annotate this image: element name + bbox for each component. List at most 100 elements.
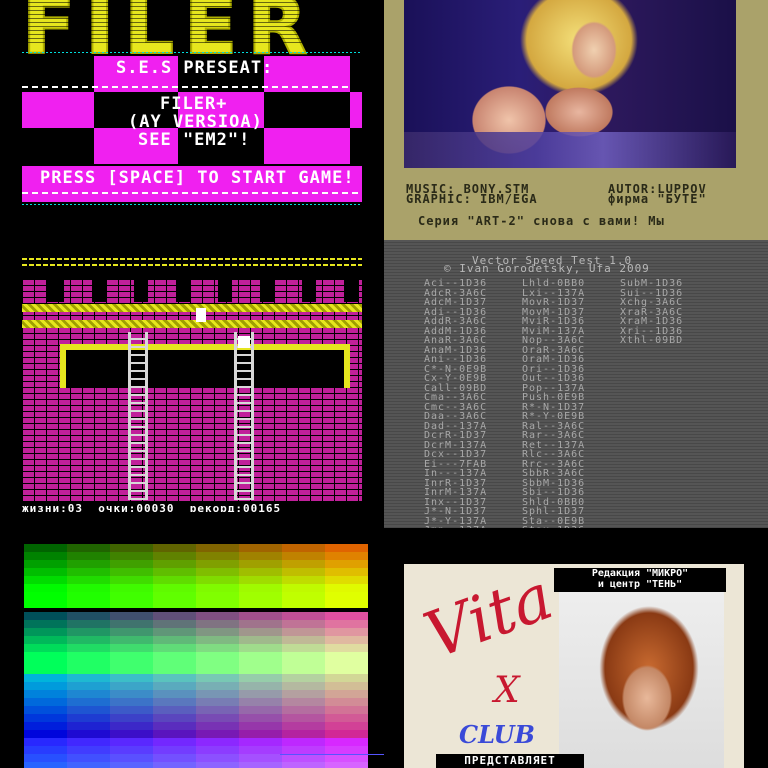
palette-swatch [24,706,67,714]
palette-swatch [110,706,153,714]
palette-swatch [24,600,67,608]
vector-speed-test-screen: Vector Speed Test 1.0 © Ivan Gorodetsky,… [384,240,768,528]
palette-swatch [110,714,153,722]
palette-swatch [24,644,67,652]
palette-swatch [239,600,282,608]
palette-swatch [239,706,282,714]
palette-swatch [153,584,196,592]
palette-swatch [24,628,67,636]
palette-swatch [67,600,110,608]
filer-title-screen: FILER S.E.S PRESEAT: FILER+ (AY VERSIOA)… [0,0,384,256]
palette-swatch [325,584,368,592]
see-line: SEE "EM2"! [138,130,251,150]
palette-swatch [325,738,368,746]
palette-swatch [239,644,282,652]
palette-swatch [24,754,67,762]
palette-swatch [67,762,110,768]
palette-swatch [282,568,325,576]
palette-swatch [239,754,282,762]
palette-swatch [196,674,239,682]
palette-swatch [325,690,368,698]
castle-window [60,344,350,388]
version-line: (AY VERSIOA) [128,112,263,132]
palette-swatch [67,560,110,568]
ladder-right [234,332,254,500]
palette-swatch [282,620,325,628]
palette-swatch [196,698,239,706]
palette-swatch [239,628,282,636]
palette-swatch [325,746,368,754]
palette-swatch [196,592,239,600]
palette-swatch [110,652,153,660]
art-picture [404,0,736,168]
palette-swatch [325,714,368,722]
palette-swatch [239,722,282,730]
palette-swatch [239,660,282,668]
palette-swatch [24,762,67,768]
palette-swatch [239,714,282,722]
palette-swatch [24,738,67,746]
palette-swatch [196,746,239,754]
palette-swatch [110,576,153,584]
palette-swatch [239,636,282,644]
palette-swatch [196,584,239,592]
palette-swatch [325,576,368,584]
palette-swatch [67,644,110,652]
palette-swatch [67,628,110,636]
palette-swatch [110,560,153,568]
palette-swatch [67,636,110,644]
palette-swatch [110,660,153,668]
portrait-picture [559,588,724,768]
palette-swatch [325,730,368,738]
palette-swatch [24,674,67,682]
palette-swatch [153,674,196,682]
palette-swatch [67,652,110,660]
palette-swatch [325,674,368,682]
palette-swatch [24,544,67,552]
palette-swatch [24,746,67,754]
palette-swatch [110,762,153,768]
palette-swatch [196,644,239,652]
palette-swatch [67,730,110,738]
palette-swatch [67,552,110,560]
palette-swatch [110,584,153,592]
palette-swatch [153,754,196,762]
palette-swatch [67,544,110,552]
palette-swatch [239,682,282,690]
palette-swatch [282,592,325,600]
palette-swatch [153,628,196,636]
palette-swatch [110,568,153,576]
palette-swatch [153,762,196,768]
palette-swatch [239,690,282,698]
palette-swatch [325,660,368,668]
palette-swatch [24,730,67,738]
player-sprite [196,308,206,322]
graphic-credit: GRAPHIC: IBM/EGA [406,192,538,206]
palette-swatch [325,682,368,690]
palette-swatch [110,690,153,698]
palette-swatch [196,754,239,762]
palette-swatch [24,620,67,628]
palette-swatch [282,690,325,698]
palette-swatch [153,620,196,628]
palette-swatch [67,754,110,762]
palette-swatch [239,746,282,754]
palette-swatch [153,636,196,644]
palette-swatch [196,568,239,576]
palette-swatch [196,660,239,668]
palette-swatch [110,674,153,682]
palette-swatch [325,698,368,706]
palette-swatch [153,644,196,652]
palette-swatch [239,652,282,660]
palette-swatch [282,682,325,690]
palette-swatch [153,600,196,608]
palette-swatch [110,612,153,620]
palette-swatch [282,754,325,762]
palette-swatch [67,620,110,628]
results-column-3: SubM-1D36 Sui--1D36 Xchg-3A6C XraR-3A6C … [620,278,684,346]
palette-swatch [282,600,325,608]
vita-club-screen: Редакция "МИКРО" и центр "ТЕНЬ" Vita X C… [384,540,768,768]
palette-swatch [110,722,153,730]
palette-swatch [110,636,153,644]
palette-swatch [153,738,196,746]
